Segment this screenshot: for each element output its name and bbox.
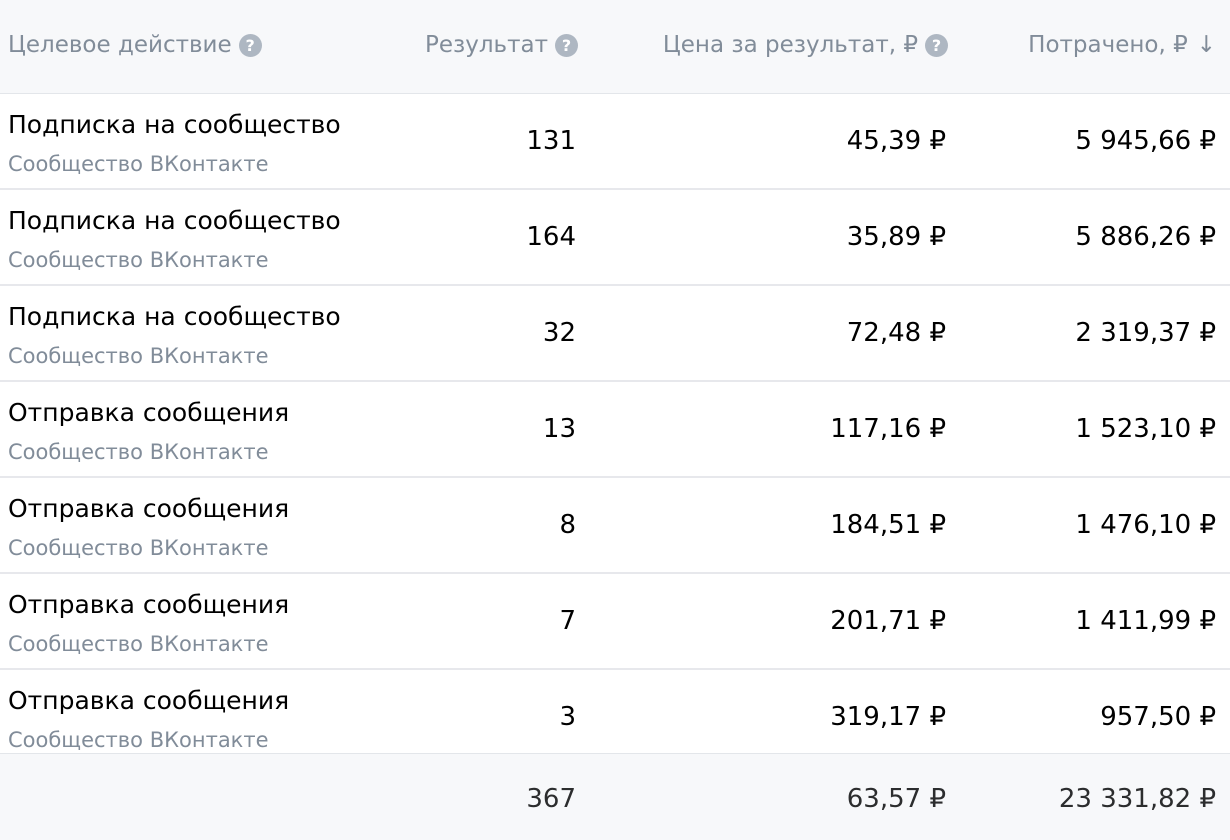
help-icon[interactable]: ? [555, 33, 578, 57]
table-row: Отправка сообщения Сообщество ВКонтакте … [0, 478, 1230, 574]
row-price: 117,16 ₽ [830, 414, 946, 444]
row-target-action: Отправка сообщения [8, 686, 290, 715]
row-result: 32 [542, 318, 576, 348]
sort-down-icon[interactable]: ↓ [1197, 32, 1216, 58]
row-target-action: Подписка на сообщество [8, 110, 341, 139]
stats-table: Целевое действие ? Результат ? Цена за р… [0, 0, 1230, 840]
header-result-label: Результат [424, 32, 548, 58]
row-price: 319,17 ₽ [830, 702, 946, 732]
row-target-action: Отправка сообщения [8, 494, 290, 523]
header-spent[interactable]: Потрачено, ₽ ↓ [1028, 32, 1216, 58]
row-spent: 957,50 ₽ [1100, 702, 1216, 732]
row-spent: 1 411,99 ₽ [1075, 606, 1216, 636]
table-row: Подписка на сообщество Сообщество ВКонта… [0, 94, 1230, 190]
totals-row: 367 63,57 ₽ 23 331,82 ₽ [0, 753, 1230, 840]
table-row: Подписка на сообщество Сообщество ВКонта… [0, 190, 1230, 286]
table-header: Целевое действие ? Результат ? Цена за р… [0, 0, 1230, 94]
row-target-source: Сообщество ВКонтакте [8, 152, 269, 176]
row-price: 184,51 ₽ [830, 510, 946, 540]
row-spent: 5 886,26 ₽ [1075, 222, 1216, 252]
header-target-action[interactable]: Целевое действие ? [8, 32, 262, 58]
row-target-source: Сообщество ВКонтакте [8, 536, 269, 560]
row-target-source: Сообщество ВКонтакте [8, 248, 269, 272]
header-spent-label: Потрачено, ₽ [1028, 32, 1188, 58]
row-result: 7 [559, 606, 576, 636]
row-spent: 1 476,10 ₽ [1075, 510, 1216, 540]
row-result: 3 [559, 702, 576, 732]
table-row: Отправка сообщения Сообщество ВКонтакте … [0, 382, 1230, 478]
row-price: 72,48 ₽ [846, 318, 946, 348]
table-row: Подписка на сообщество Сообщество ВКонта… [0, 286, 1230, 382]
row-target-action: Отправка сообщения [8, 590, 290, 619]
header-result[interactable]: Результат ? [425, 32, 578, 58]
table-row: Отправка сообщения Сообщество ВКонтакте … [0, 574, 1230, 670]
row-target-source: Сообщество ВКонтакте [8, 440, 269, 464]
help-icon[interactable]: ? [925, 33, 948, 57]
row-result: 164 [526, 222, 576, 252]
row-target-source: Сообщество ВКонтакте [8, 344, 269, 368]
row-spent: 5 945,66 ₽ [1075, 126, 1216, 156]
header-target-action-label: Целевое действие [8, 32, 232, 58]
row-target-action: Подписка на сообщество [8, 302, 341, 331]
row-target-source: Сообщество ВКонтакте [8, 728, 269, 752]
row-price: 45,39 ₽ [846, 126, 946, 156]
row-target-action: Подписка на сообщество [8, 206, 341, 235]
row-spent: 1 523,10 ₽ [1075, 414, 1216, 444]
row-spent: 2 319,37 ₽ [1075, 318, 1216, 348]
header-price-label: Цена за результат, ₽ [662, 32, 918, 58]
row-target-action: Отправка сообщения [8, 398, 290, 427]
row-result: 13 [542, 414, 576, 444]
header-price-per-result[interactable]: Цена за результат, ₽ ? [663, 32, 948, 58]
total-result: 367 [526, 784, 576, 814]
row-price: 201,71 ₽ [830, 606, 946, 636]
total-spent: 23 331,82 ₽ [1058, 784, 1216, 814]
row-result: 8 [559, 510, 576, 540]
total-price: 63,57 ₽ [846, 784, 946, 814]
row-result: 131 [526, 126, 576, 156]
row-price: 35,89 ₽ [846, 222, 946, 252]
row-target-source: Сообщество ВКонтакте [8, 632, 269, 656]
help-icon[interactable]: ? [238, 33, 262, 57]
table-row: Отправка сообщения Сообщество ВКонтакте … [0, 670, 1230, 753]
